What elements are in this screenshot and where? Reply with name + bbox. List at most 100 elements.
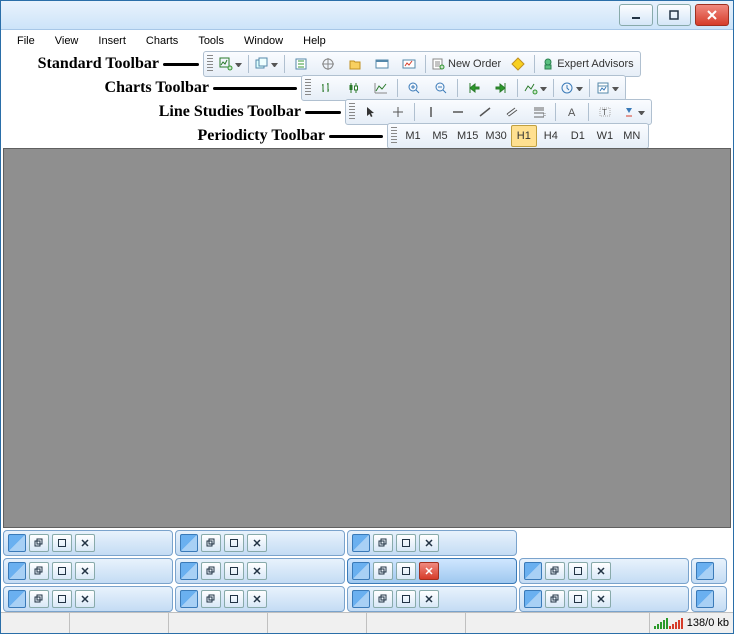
menu-file[interactable]: File xyxy=(7,32,45,50)
cursor-button[interactable] xyxy=(358,101,384,123)
restore-button[interactable] xyxy=(29,534,49,552)
vertical-line-button[interactable] xyxy=(418,101,444,123)
minimized-chart-window[interactable] xyxy=(519,586,689,612)
close-button[interactable] xyxy=(695,4,729,26)
restore-button[interactable] xyxy=(201,590,221,608)
restore-button[interactable] xyxy=(201,534,221,552)
maximize-button[interactable] xyxy=(224,534,244,552)
restore-button[interactable] xyxy=(201,562,221,580)
close-chart-button[interactable] xyxy=(75,562,95,580)
close-chart-button[interactable] xyxy=(419,562,439,580)
close-chart-button[interactable] xyxy=(247,562,267,580)
toolbar-grip[interactable] xyxy=(305,79,311,97)
auto-scroll-button[interactable] xyxy=(461,77,487,99)
maximize-button[interactable] xyxy=(52,562,72,580)
restore-button[interactable] xyxy=(373,562,393,580)
period-mn[interactable]: MN xyxy=(619,125,645,147)
close-chart-button[interactable] xyxy=(419,534,439,552)
maximize-button[interactable] xyxy=(52,534,72,552)
zoom-out-button[interactable] xyxy=(428,77,454,99)
menu-help[interactable]: Help xyxy=(293,32,336,50)
close-chart-button[interactable] xyxy=(591,562,611,580)
chart-shift-button[interactable] xyxy=(488,77,514,99)
navigator-button[interactable] xyxy=(342,53,368,75)
terminal-button[interactable] xyxy=(369,53,395,75)
minimized-chart-window[interactable] xyxy=(175,558,345,584)
fibonacci-button[interactable]: F xyxy=(526,101,552,123)
candlestick-button[interactable] xyxy=(341,77,367,99)
minimized-chart-window[interactable] xyxy=(347,586,517,612)
period-h1[interactable]: H1 xyxy=(511,125,537,147)
zoom-in-button[interactable] xyxy=(401,77,427,99)
close-chart-button[interactable] xyxy=(75,590,95,608)
mdi-workspace[interactable] xyxy=(3,148,731,528)
maximize-button[interactable] xyxy=(657,4,691,26)
minimized-chart-window[interactable] xyxy=(691,586,727,612)
period-m5[interactable]: M5 xyxy=(427,125,453,147)
new-order-button[interactable]: New Order xyxy=(429,53,504,75)
minimized-chart-window[interactable] xyxy=(519,558,689,584)
expert-advisors-button[interactable]: Expert Advisors xyxy=(538,53,636,75)
templates-button[interactable] xyxy=(593,77,622,99)
menu-view[interactable]: View xyxy=(45,32,89,50)
minimized-chart-window[interactable] xyxy=(347,558,517,584)
close-chart-button[interactable] xyxy=(247,590,267,608)
minimized-chart-window[interactable] xyxy=(175,586,345,612)
market-watch-button[interactable] xyxy=(288,53,314,75)
menu-insert[interactable]: Insert xyxy=(88,32,136,50)
maximize-button[interactable] xyxy=(224,562,244,580)
restore-button[interactable] xyxy=(29,562,49,580)
restore-button[interactable] xyxy=(373,590,393,608)
maximize-button[interactable] xyxy=(396,534,416,552)
close-chart-button[interactable] xyxy=(591,590,611,608)
menu-window[interactable]: Window xyxy=(234,32,293,50)
crosshair-button[interactable] xyxy=(385,101,411,123)
trendline-button[interactable] xyxy=(472,101,498,123)
period-w1[interactable]: W1 xyxy=(592,125,618,147)
new-chart-button[interactable] xyxy=(216,53,245,75)
period-h4[interactable]: H4 xyxy=(538,125,564,147)
close-chart-button[interactable] xyxy=(247,534,267,552)
line-chart-button[interactable] xyxy=(368,77,394,99)
menu-tools[interactable]: Tools xyxy=(188,32,234,50)
period-d1[interactable]: D1 xyxy=(565,125,591,147)
maximize-button[interactable] xyxy=(568,562,588,580)
maximize-button[interactable] xyxy=(224,590,244,608)
period-m1[interactable]: M1 xyxy=(400,125,426,147)
data-window-button[interactable] xyxy=(315,53,341,75)
maximize-button[interactable] xyxy=(396,562,416,580)
restore-button[interactable] xyxy=(545,590,565,608)
minimize-button[interactable] xyxy=(619,4,653,26)
maximize-button[interactable] xyxy=(568,590,588,608)
minimized-chart-window[interactable] xyxy=(691,558,727,584)
restore-button[interactable] xyxy=(29,590,49,608)
indicators-button[interactable] xyxy=(521,77,550,99)
metaquotes-button[interactable] xyxy=(505,53,531,75)
minimized-chart-window[interactable] xyxy=(3,586,173,612)
minimized-chart-window[interactable] xyxy=(175,530,345,556)
strategy-tester-button[interactable] xyxy=(396,53,422,75)
maximize-button[interactable] xyxy=(52,590,72,608)
arrows-button[interactable] xyxy=(619,101,648,123)
toolbar-grip[interactable] xyxy=(349,103,355,121)
close-chart-button[interactable] xyxy=(419,590,439,608)
toolbar-grip[interactable] xyxy=(207,55,213,73)
close-chart-button[interactable] xyxy=(75,534,95,552)
minimized-chart-window[interactable] xyxy=(3,558,173,584)
restore-button[interactable] xyxy=(545,562,565,580)
minimized-chart-window[interactable] xyxy=(3,530,173,556)
text-label-button[interactable]: T xyxy=(592,101,618,123)
profiles-button[interactable] xyxy=(252,53,281,75)
bar-chart-button[interactable] xyxy=(314,77,340,99)
menu-charts[interactable]: Charts xyxy=(136,32,188,50)
horizontal-line-button[interactable] xyxy=(445,101,471,123)
connection-status[interactable]: 138/0 kb xyxy=(650,613,733,633)
minimized-chart-window[interactable] xyxy=(347,530,517,556)
text-button[interactable]: A xyxy=(559,101,585,123)
toolbar-grip[interactable] xyxy=(391,127,397,145)
restore-button[interactable] xyxy=(373,534,393,552)
equidistant-button[interactable] xyxy=(499,101,525,123)
maximize-button[interactable] xyxy=(396,590,416,608)
periodicity-button[interactable] xyxy=(557,77,586,99)
period-m30[interactable]: M30 xyxy=(482,125,509,147)
